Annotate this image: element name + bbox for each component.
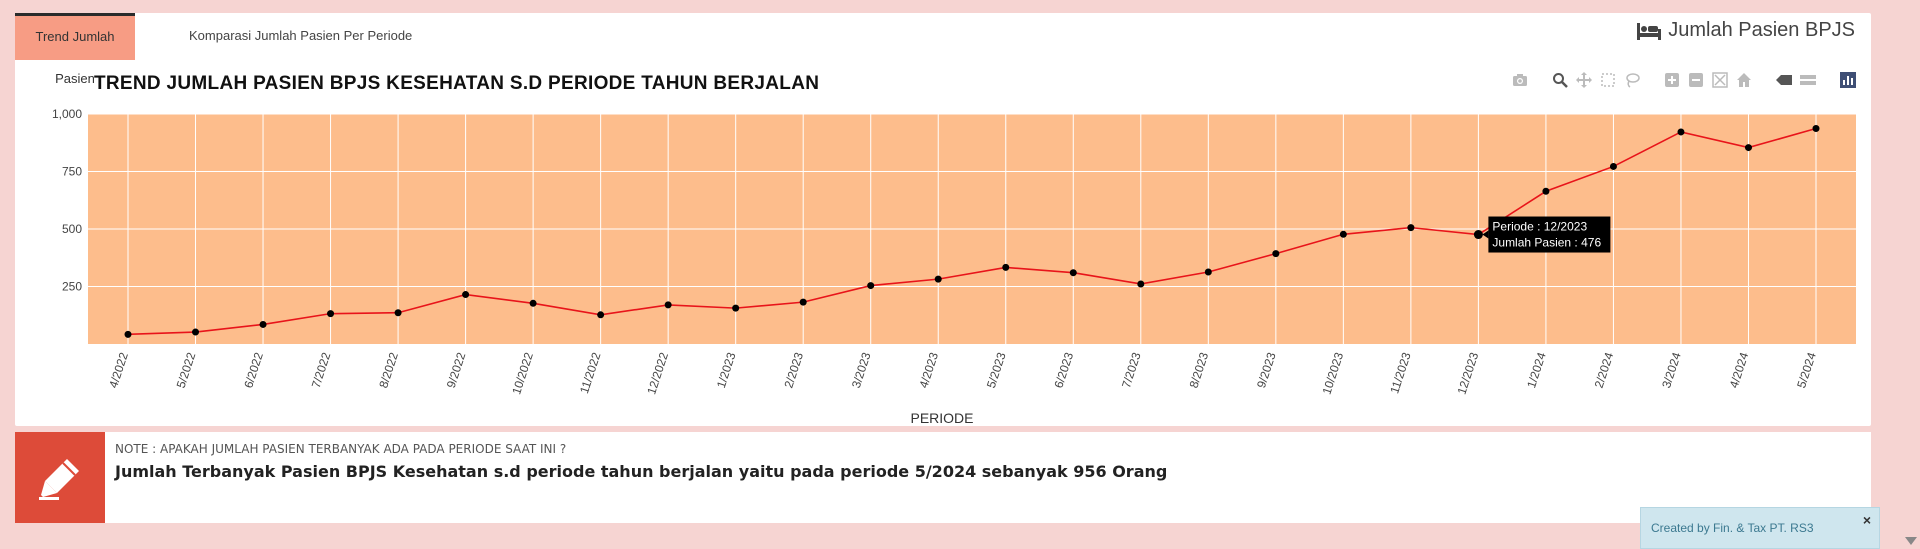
data-point (732, 304, 740, 312)
x-tick-label: 5/2022 (174, 350, 199, 390)
x-tick-label: 12/2023 (1455, 350, 1482, 396)
data-point (664, 301, 672, 309)
x-tick-label: 10/2022 (509, 350, 536, 396)
data-point (1812, 124, 1820, 132)
chart-container: TREND JUMLAH PASIEN BPJS KESEHATAN S.D P… (15, 61, 1871, 426)
tab-trend-jumlah-pasien[interactable]: Trend Jumlah Pasien (15, 13, 135, 86)
close-icon[interactable]: × (1863, 512, 1871, 528)
x-tick-label: 8/2023 (1187, 350, 1212, 390)
data-point (124, 330, 132, 338)
x-tick-label: 4/2023 (916, 350, 941, 390)
toast-text: Created by Fin. & Tax PT. RS3 (1651, 521, 1814, 535)
x-tick-label: 12/2022 (644, 350, 671, 396)
x-axis-title: PERIODE (910, 410, 973, 426)
data-point (1069, 269, 1077, 277)
x-tick-label: 11/2023 (1387, 350, 1414, 395)
data-point (867, 282, 875, 290)
x-tick-label: 2/2023 (781, 350, 806, 390)
data-point (799, 298, 807, 306)
data-point (1677, 128, 1685, 136)
data-point (529, 299, 537, 307)
x-tick-label: 7/2022 (309, 350, 334, 390)
tab-komparasi-jumlah-pasien[interactable]: Komparasi Jumlah Pasien Per Periode (173, 13, 428, 57)
data-point (1744, 144, 1752, 152)
data-point (259, 320, 267, 328)
x-tick-label: 5/2024 (1794, 350, 1819, 390)
pencil-icon (15, 432, 105, 523)
box-title-text: Jumlah Pasien BPJS (1668, 19, 1855, 41)
note-text: Jumlah Terbanyak Pasien BPJS Kesehatan s… (115, 462, 1168, 481)
x-tick-label: 2/2024 (1592, 350, 1617, 390)
x-tick-label: 6/2023 (1051, 350, 1076, 390)
y-tick-label: 500 (62, 222, 82, 236)
x-tick-label: 6/2022 (241, 350, 266, 390)
x-tick-label: 9/2022 (444, 350, 469, 390)
data-point (327, 310, 335, 318)
note-label: NOTE : APAKAH JUMLAH PASIEN TERBANYAK AD… (115, 442, 567, 456)
y-tick-label: 1,000 (52, 107, 82, 121)
chart-panel: Trend Jumlah Pasien Komparasi Jumlah Pas… (15, 13, 1871, 426)
x-tick-label: 3/2024 (1659, 350, 1684, 390)
x-tick-label: 1/2024 (1524, 350, 1549, 390)
x-tick-label: 9/2023 (1254, 350, 1279, 390)
x-tick-label: 4/2022 (106, 350, 131, 390)
x-tick-label: 1/2023 (714, 350, 739, 390)
data-point (1473, 230, 1483, 240)
data-point (1407, 224, 1415, 232)
data-point (934, 275, 942, 283)
y-tick-label: 750 (62, 165, 82, 179)
x-tick-label: 8/2022 (376, 350, 401, 390)
data-point (1204, 268, 1212, 276)
data-point (597, 311, 605, 319)
tooltip-line-2: Jumlah Pasien : 476 (1492, 236, 1601, 250)
data-point (1542, 187, 1550, 195)
y-tick-label: 250 (62, 280, 82, 294)
data-point (1609, 162, 1617, 170)
x-tick-label: 11/2022 (577, 350, 604, 395)
x-tick-label: 4/2024 (1727, 350, 1752, 390)
scroll-down-icon[interactable] (1904, 535, 1918, 547)
tab-bar: Trend Jumlah Pasien Komparasi Jumlah Pas… (15, 13, 615, 86)
x-tick-label: 3/2023 (849, 350, 874, 390)
box-title: Jumlah Pasien BPJS (1636, 19, 1855, 42)
x-tick-label: 7/2023 (1119, 350, 1144, 390)
data-point (1137, 280, 1145, 288)
bed-icon (1636, 21, 1662, 41)
data-point (1272, 250, 1280, 258)
line-chart: 250 500 750 1,000 4/2022 5/2022 6/2022 7/2022 8/… (52, 107, 1856, 426)
data-point (1002, 263, 1010, 271)
credit-toast: Created by Fin. & Tax PT. RS3 × (1640, 507, 1880, 549)
note-box: NOTE : APAKAH JUMLAH PASIEN TERBANYAK AD… (15, 432, 1871, 523)
x-tick-label: 5/2023 (984, 350, 1009, 390)
data-point (462, 291, 470, 299)
data-point (394, 309, 402, 317)
data-point (1339, 230, 1347, 238)
data-point (192, 328, 200, 336)
tooltip-line-1: Periode : 12/2023 (1492, 220, 1587, 234)
x-tick-label: 10/2023 (1319, 350, 1346, 396)
